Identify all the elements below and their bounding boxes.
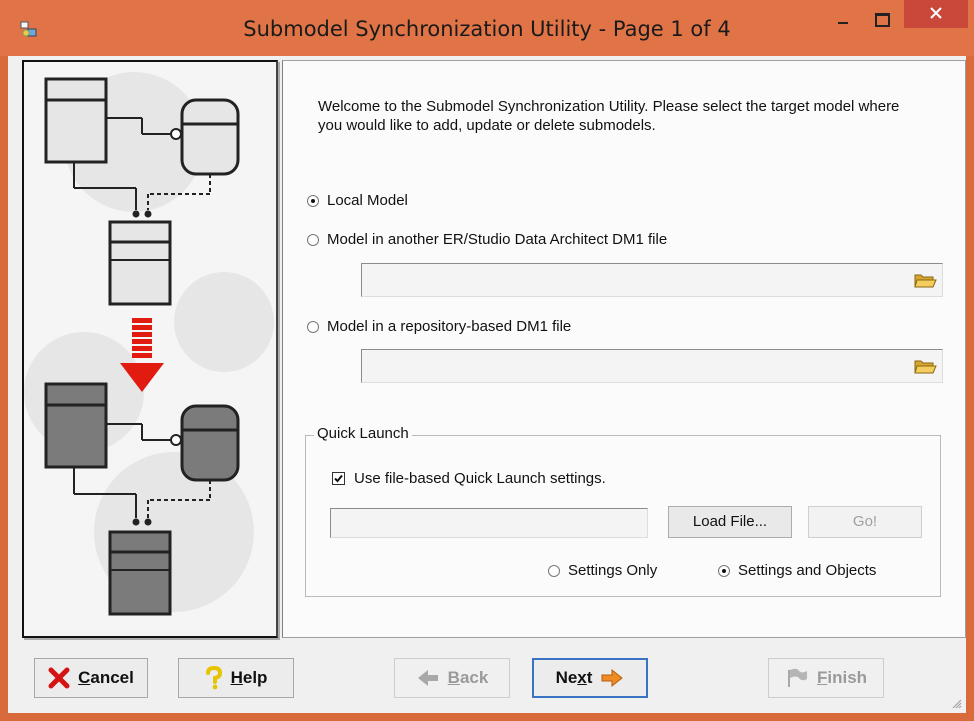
minimize-button[interactable] <box>828 8 858 36</box>
settings-only-label: Settings Only <box>568 562 658 579</box>
welcome-text: Welcome to the Submodel Synchronization … <box>318 98 900 134</box>
wizard-illustration <box>22 60 278 638</box>
local-model-label: Local Model <box>327 192 408 209</box>
finish-button[interactable]: Finish <box>768 658 884 698</box>
other-file-radio-row[interactable]: Model in another ER/Studio Data Architec… <box>307 231 667 248</box>
settings-only-radio[interactable] <box>548 564 560 577</box>
repository-radio-row[interactable]: Model in a repository-based DM1 file <box>307 318 571 335</box>
next-button[interactable]: Next <box>532 658 648 698</box>
next-label: Next <box>555 668 593 687</box>
dialog-client-area: Welcome to the Submodel Synchronization … <box>8 56 966 713</box>
other-file-radio[interactable] <box>307 233 319 246</box>
help-label: Help <box>230 668 268 687</box>
quick-launch-group: Quick Launch Use file-based Quick Launch… <box>305 425 941 597</box>
left-arrow-icon <box>417 670 438 686</box>
right-arrow-icon <box>601 668 624 688</box>
dialog-window: Submodel Synchronization Utility - Page … <box>0 0 974 721</box>
settings-and-objects-label: Settings and Objects <box>738 562 877 579</box>
use-file-settings-checkbox[interactable] <box>332 472 345 485</box>
repository-radio[interactable] <box>307 320 319 333</box>
synchronization-diagram-illustration <box>24 62 276 636</box>
use-file-settings-row[interactable]: Use file-based Quick Launch settings. <box>332 470 606 487</box>
local-model-radio-row[interactable]: Local Model <box>307 192 408 209</box>
close-button[interactable] <box>904 0 968 28</box>
title-bar[interactable]: Submodel Synchronization Utility - Page … <box>0 0 974 56</box>
wizard-page-panel: Welcome to the Submodel Synchronization … <box>282 60 966 638</box>
finish-label: Finish <box>816 668 868 687</box>
quick-launch-file-field[interactable] <box>330 508 648 538</box>
local-model-radio[interactable] <box>307 194 319 207</box>
use-file-settings-label: Use file-based Quick Launch settings. <box>354 470 606 487</box>
settings-and-objects-radio-row[interactable]: Settings and Objects <box>718 562 876 579</box>
settings-only-radio-row[interactable]: Settings Only <box>548 562 657 579</box>
quick-launch-legend: Quick Launch <box>314 425 412 442</box>
load-file-button[interactable]: Load File... <box>668 506 792 538</box>
cancel-label: Cancel <box>78 668 134 687</box>
close-icon <box>930 7 942 19</box>
repository-path-field[interactable] <box>361 349 943 383</box>
resize-grip-icon[interactable] <box>950 697 962 709</box>
maximize-button[interactable] <box>866 8 896 36</box>
cancel-button[interactable]: Cancel <box>34 658 148 698</box>
question-mark-icon <box>205 666 222 690</box>
back-label: Back <box>447 668 489 687</box>
finish-flag-icon <box>787 668 807 687</box>
repository-label: Model in a repository-based DM1 file <box>327 318 572 335</box>
go-button[interactable]: Go! <box>808 506 922 538</box>
red-x-icon <box>48 667 70 689</box>
folder-open-icon[interactable] <box>912 355 938 377</box>
folder-open-icon[interactable] <box>912 269 938 291</box>
back-button[interactable]: Back <box>394 658 510 698</box>
help-button[interactable]: Help <box>178 658 294 698</box>
other-file-path-field[interactable] <box>361 263 943 297</box>
settings-and-objects-radio[interactable] <box>718 564 730 577</box>
other-file-label: Model in another ER/Studio Data Architec… <box>327 231 668 248</box>
checkmark-icon <box>334 474 343 483</box>
